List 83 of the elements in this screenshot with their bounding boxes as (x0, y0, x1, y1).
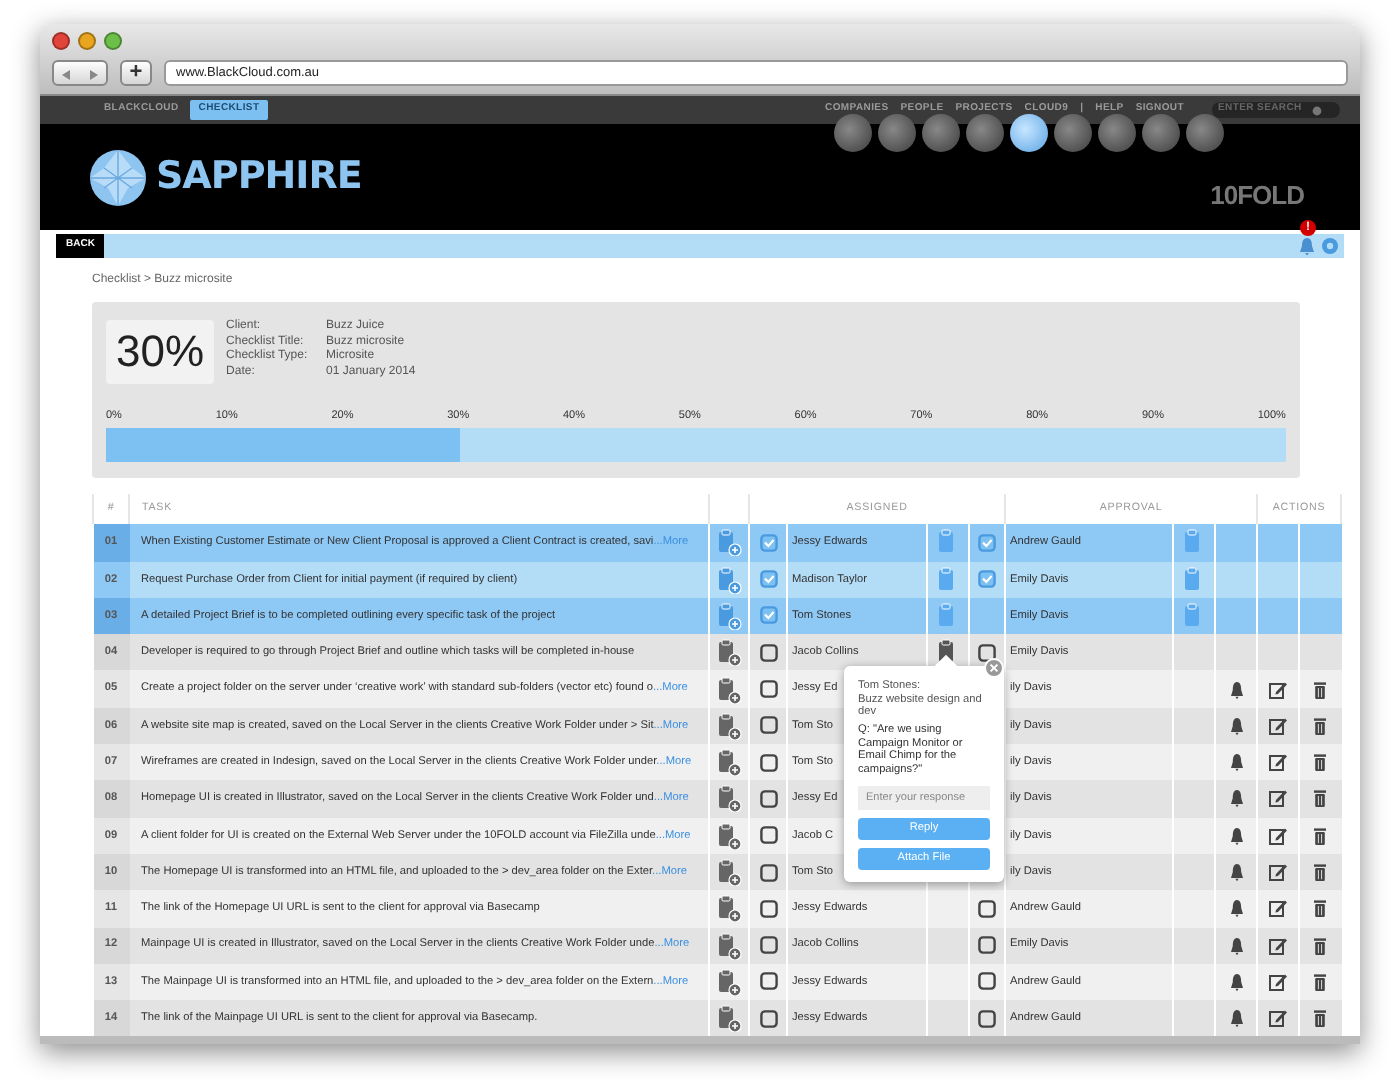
thumbnail[interactable] (966, 114, 1004, 152)
trash-icon[interactable] (1312, 715, 1329, 736)
bell-icon[interactable] (1227, 679, 1246, 700)
add-note-icon[interactable] (716, 894, 742, 923)
checkbox[interactable] (759, 899, 777, 918)
checkbox[interactable] (978, 899, 996, 918)
checkbox[interactable] (978, 643, 996, 662)
checkbox[interactable] (759, 826, 777, 845)
thumbnail[interactable] (834, 114, 872, 152)
thumbnail[interactable] (1142, 114, 1180, 152)
checkbox[interactable] (978, 972, 996, 991)
edit-icon[interactable] (1268, 1008, 1289, 1029)
checkbox[interactable] (759, 936, 777, 955)
bell-icon[interactable] (1227, 1008, 1246, 1029)
checkbox[interactable] (759, 570, 777, 589)
edit-icon[interactable] (1268, 898, 1289, 919)
checkbox[interactable] (759, 863, 777, 882)
logo-text: SAPPHIRE (156, 152, 362, 203)
trash-icon[interactable] (1312, 1008, 1329, 1029)
trash-icon[interactable] (1312, 825, 1329, 846)
thumbnail[interactable] (922, 114, 960, 152)
checkbox[interactable] (759, 1009, 777, 1028)
checkbox[interactable] (759, 716, 777, 735)
checkbox[interactable] (759, 606, 777, 625)
checkbox[interactable] (978, 936, 996, 955)
trash-icon[interactable] (1312, 862, 1329, 883)
bell-icon[interactable] (1227, 752, 1246, 773)
add-note-icon[interactable] (716, 784, 742, 813)
trash-icon[interactable] (1312, 971, 1329, 992)
trash-icon[interactable] (1312, 752, 1329, 773)
edit-icon[interactable] (1268, 715, 1289, 736)
search-icon[interactable] (1312, 105, 1323, 115)
checkbox[interactable] (759, 533, 777, 552)
checkbox[interactable] (759, 643, 777, 662)
add-note-icon[interactable] (716, 1004, 742, 1033)
bell-icon[interactable] (1227, 935, 1246, 956)
add-note-icon[interactable] (716, 748, 742, 777)
edit-icon[interactable] (1268, 971, 1289, 992)
checkbox[interactable] (759, 753, 777, 772)
checkbox[interactable] (978, 533, 996, 552)
gem-logo-icon (88, 147, 148, 207)
checkbox[interactable] (759, 789, 777, 808)
checkbox[interactable] (978, 570, 996, 589)
add-note-icon[interactable] (716, 565, 742, 594)
edit-icon[interactable] (1268, 825, 1289, 846)
checkbox[interactable] (759, 680, 777, 699)
trash-icon[interactable] (1312, 898, 1329, 919)
bell-icon[interactable] (1227, 788, 1246, 809)
edit-icon[interactable] (1268, 679, 1289, 700)
edit-icon[interactable] (1268, 935, 1289, 956)
add-note-icon[interactable] (716, 858, 742, 887)
percent-complete: 30% (106, 320, 215, 384)
bell-icon[interactable] (1227, 862, 1246, 883)
trash-icon[interactable] (1312, 788, 1329, 809)
thumbnail[interactable] (1054, 114, 1092, 152)
thumbnail[interactable] (1010, 114, 1048, 152)
checkbox[interactable] (759, 972, 777, 991)
add-note-icon[interactable] (716, 821, 742, 850)
add-note-icon[interactable] (716, 638, 742, 667)
edit-icon[interactable] (1268, 788, 1289, 809)
thumbnail[interactable] (1098, 114, 1136, 152)
add-note-icon[interactable] (716, 967, 742, 996)
checkbox[interactable] (978, 1009, 996, 1028)
minimize-window-button[interactable] (78, 32, 96, 50)
bell-icon[interactable] (1227, 825, 1246, 846)
add-note-icon[interactable] (716, 711, 742, 740)
close-window-button[interactable] (52, 32, 70, 50)
add-note-icon[interactable] (716, 601, 742, 630)
bell-icon[interactable] (1227, 898, 1246, 919)
thumbnail[interactable] (878, 114, 916, 152)
add-note-icon[interactable] (716, 931, 742, 960)
trash-icon[interactable] (1312, 679, 1329, 700)
new-tab-button[interactable]: + (120, 60, 152, 86)
brand-logo: 10FOLD (1210, 177, 1304, 213)
trash-icon[interactable] (1312, 935, 1329, 956)
edit-icon[interactable] (1268, 862, 1289, 883)
bell-icon[interactable] (1227, 971, 1246, 992)
add-note-icon[interactable] (716, 675, 742, 704)
add-note-icon[interactable] (716, 528, 742, 557)
zoom-window-button[interactable] (104, 32, 122, 50)
thumbnail[interactable] (1186, 114, 1224, 152)
edit-icon[interactable] (1268, 752, 1289, 773)
bell-icon[interactable] (1227, 715, 1246, 736)
